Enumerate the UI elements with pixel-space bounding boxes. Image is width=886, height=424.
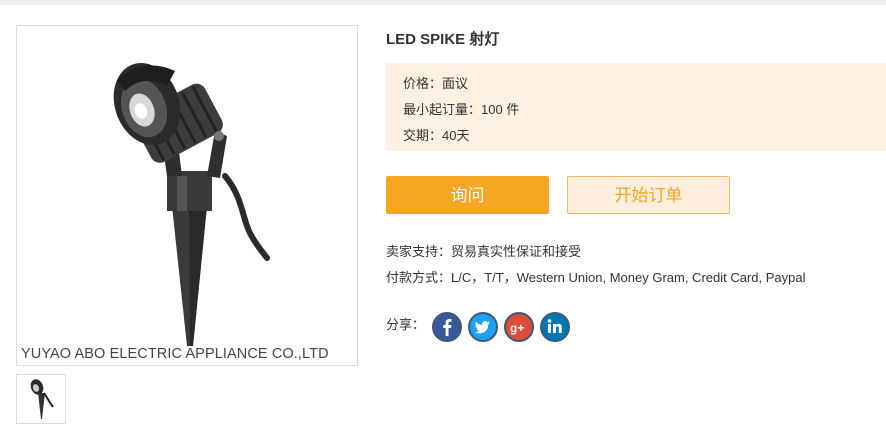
top-bar	[0, 0, 886, 5]
moq-label: 最小起订量：	[403, 102, 482, 117]
delivery-value: 40天	[442, 128, 470, 143]
share-label: 分享：	[386, 317, 426, 332]
google-plus-icon[interactable]: g+	[504, 312, 534, 342]
payment-value: L/C，T/T，Western Union, Money Gram, Credi…	[451, 270, 806, 285]
svg-text:g+: g+	[510, 321, 524, 335]
spike-light-thumbnail	[30, 379, 54, 419]
inquire-button[interactable]: 询问	[386, 176, 549, 214]
price-value: 面议	[442, 76, 469, 91]
price-label: 价格：	[403, 76, 443, 91]
payment-methods-row: 付款方式：L/C，T/T，Western Union, Money Gram, …	[386, 267, 806, 286]
start-order-button[interactable]: 开始订单	[567, 176, 730, 214]
seller-support-label: 卖家支持：	[386, 244, 452, 259]
moq-value: 100 件	[481, 102, 520, 117]
facebook-icon[interactable]	[432, 312, 462, 342]
price-row: 价格：面议	[403, 73, 468, 92]
thumbnail-image[interactable]	[16, 374, 66, 424]
product-title: LED SPIKE 射灯	[386, 31, 500, 48]
spike-light-image	[113, 63, 270, 346]
product-main-image[interactable]: YUYAO ABO ELECTRIC APPLIANCE CO.,LTD	[16, 25, 358, 366]
twitter-icon[interactable]	[468, 312, 498, 342]
payment-label: 付款方式：	[386, 270, 452, 285]
seller-support-row: 卖家支持：贸易真实性保证和接受	[386, 241, 581, 260]
linkedin-icon[interactable]	[540, 312, 570, 342]
delivery-label: 交期：	[403, 128, 443, 143]
company-watermark: YUYAO ABO ELECTRIC APPLIANCE CO.,LTD	[21, 346, 329, 362]
price-info-box: 价格：面议 最小起订量：100 件 交期：40天	[386, 63, 886, 151]
delivery-row: 交期：40天	[403, 125, 469, 144]
moq-row: 最小起订量：100 件	[403, 99, 519, 118]
seller-support-value: 贸易真实性保证和接受	[451, 244, 582, 259]
